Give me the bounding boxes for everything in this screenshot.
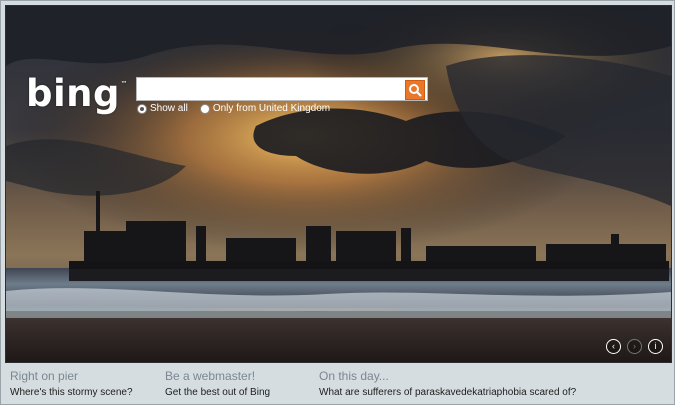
footer-heading: Be a webmaster!: [165, 369, 256, 383]
radio-uk-only[interactable]: [199, 103, 210, 114]
footer-link[interactable]: What are sufferers of paraskavedekatriap…: [319, 387, 576, 398]
stormy-pier-photo: [6, 6, 671, 362]
search-box: [136, 77, 428, 101]
bing-logo[interactable]: bing ™: [26, 72, 128, 115]
footer-heading: On this day...: [319, 369, 389, 383]
hero-image: bing™ Show all Only from United Kingdom: [5, 5, 672, 363]
footer-column-1: Right on pier Where's this stormy scene?: [10, 369, 133, 398]
footer-link[interactable]: Where's this stormy scene?: [10, 387, 133, 398]
footer-column-2: Be a webmaster! Get the best out of Bing: [165, 369, 270, 398]
scope-option-all[interactable]: Show all: [137, 103, 188, 114]
scope-option-uk[interactable]: Only from United Kingdom: [199, 103, 331, 114]
info-button[interactable]: i: [648, 339, 663, 354]
radio-show-all[interactable]: [137, 103, 147, 114]
footer-column-3: On this day... What are sufferers of par…: [319, 369, 576, 398]
search-button[interactable]: [405, 80, 425, 100]
footer-link[interactable]: Get the best out of Bing: [165, 387, 270, 398]
scope-label-all: Show all: [150, 103, 188, 114]
scope-label-uk: Only from United Kingdom: [212, 103, 331, 114]
logo-text: bing: [26, 72, 120, 115]
trademark-mark: ™: [120, 80, 128, 88]
previous-image-button[interactable]: ‹: [606, 339, 621, 354]
footer: Right on pier Where's this stormy scene?…: [1, 363, 674, 404]
browser-frame: bing™ Show all Only from United Kingdom: [0, 0, 675, 405]
next-image-button[interactable]: ›: [627, 339, 642, 354]
search-scope: Show all Only from United Kingdom: [137, 103, 330, 114]
magnifier-icon: [409, 84, 422, 97]
footer-heading: Right on pier: [10, 369, 79, 383]
hero-navigation: ‹ › i: [606, 339, 663, 354]
search-input[interactable]: [137, 78, 413, 100]
